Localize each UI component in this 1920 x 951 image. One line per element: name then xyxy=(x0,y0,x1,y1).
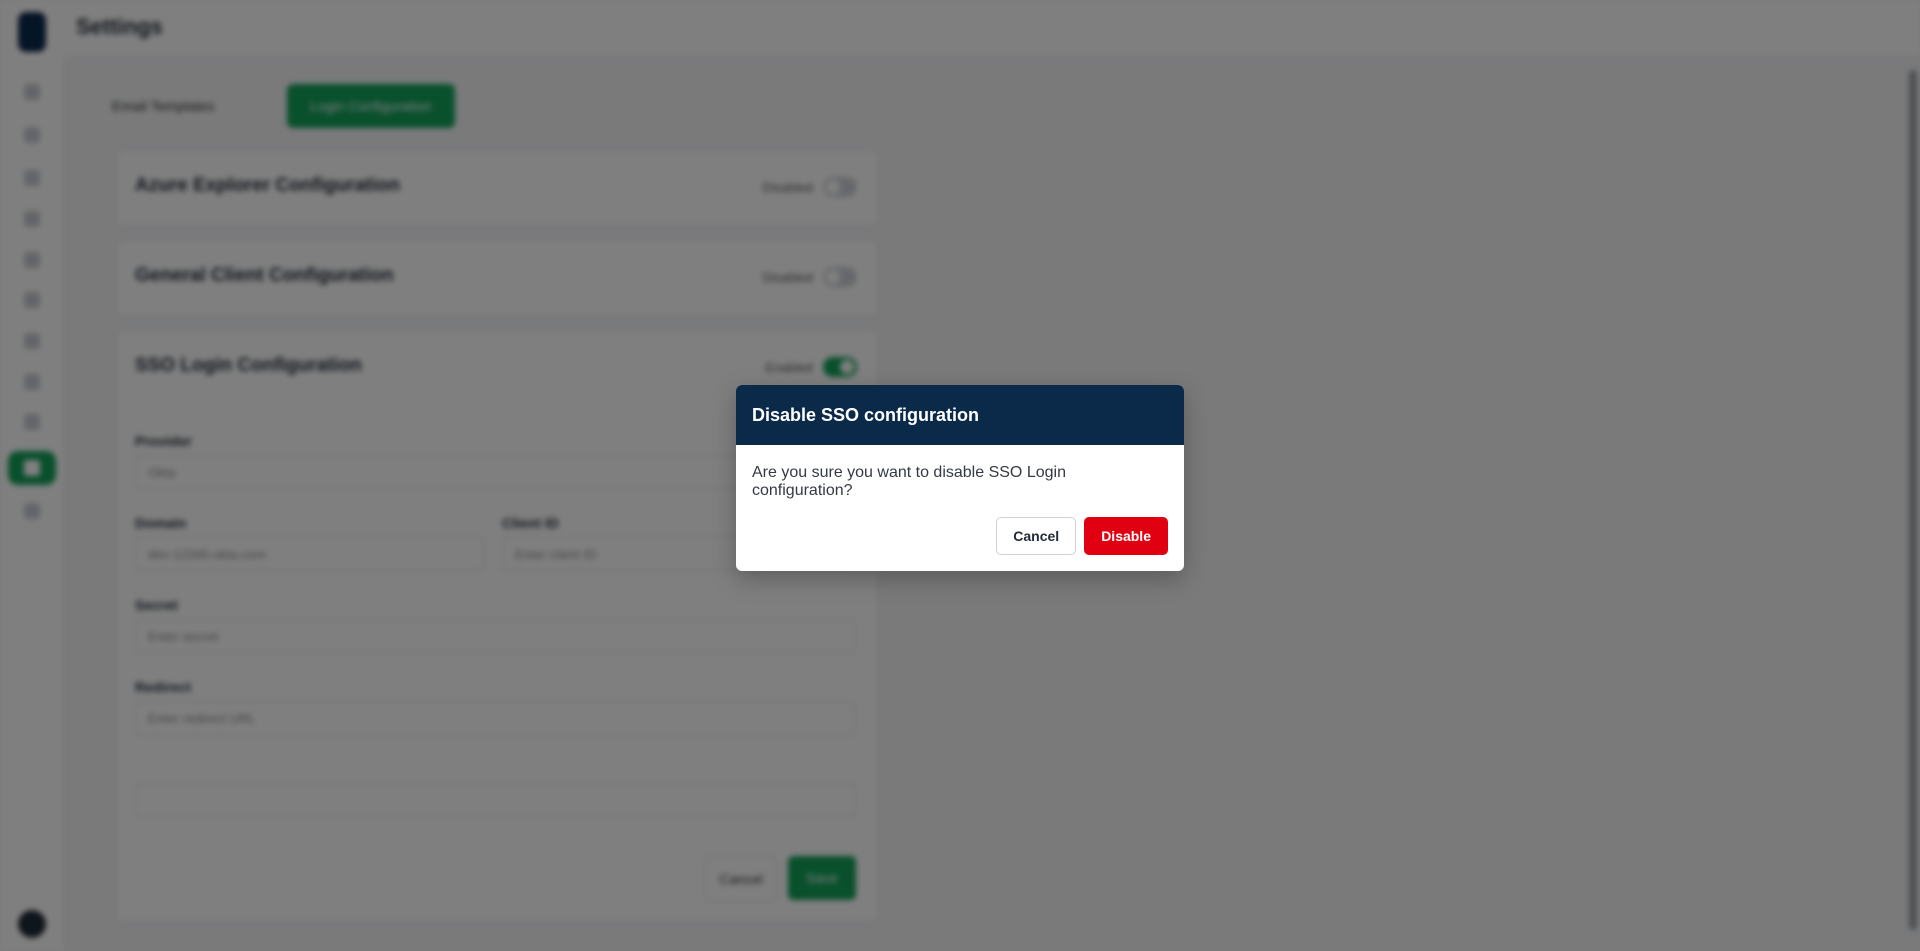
disable-sso-dialog: Disable SSO configuration Are you sure y… xyxy=(736,385,1184,571)
cancel-button[interactable]: Cancel xyxy=(996,517,1077,555)
disable-button[interactable]: Disable xyxy=(1084,517,1168,555)
dialog-actions: Cancel Disable xyxy=(996,517,1168,555)
dialog-header: Disable SSO configuration xyxy=(736,385,1184,445)
dialog-title: Disable SSO configuration xyxy=(752,404,980,425)
dialog-message: Are you sure you want to disable SSO Log… xyxy=(752,464,1066,499)
app-root: Settings Email Templates Login Configura… xyxy=(0,0,1920,951)
